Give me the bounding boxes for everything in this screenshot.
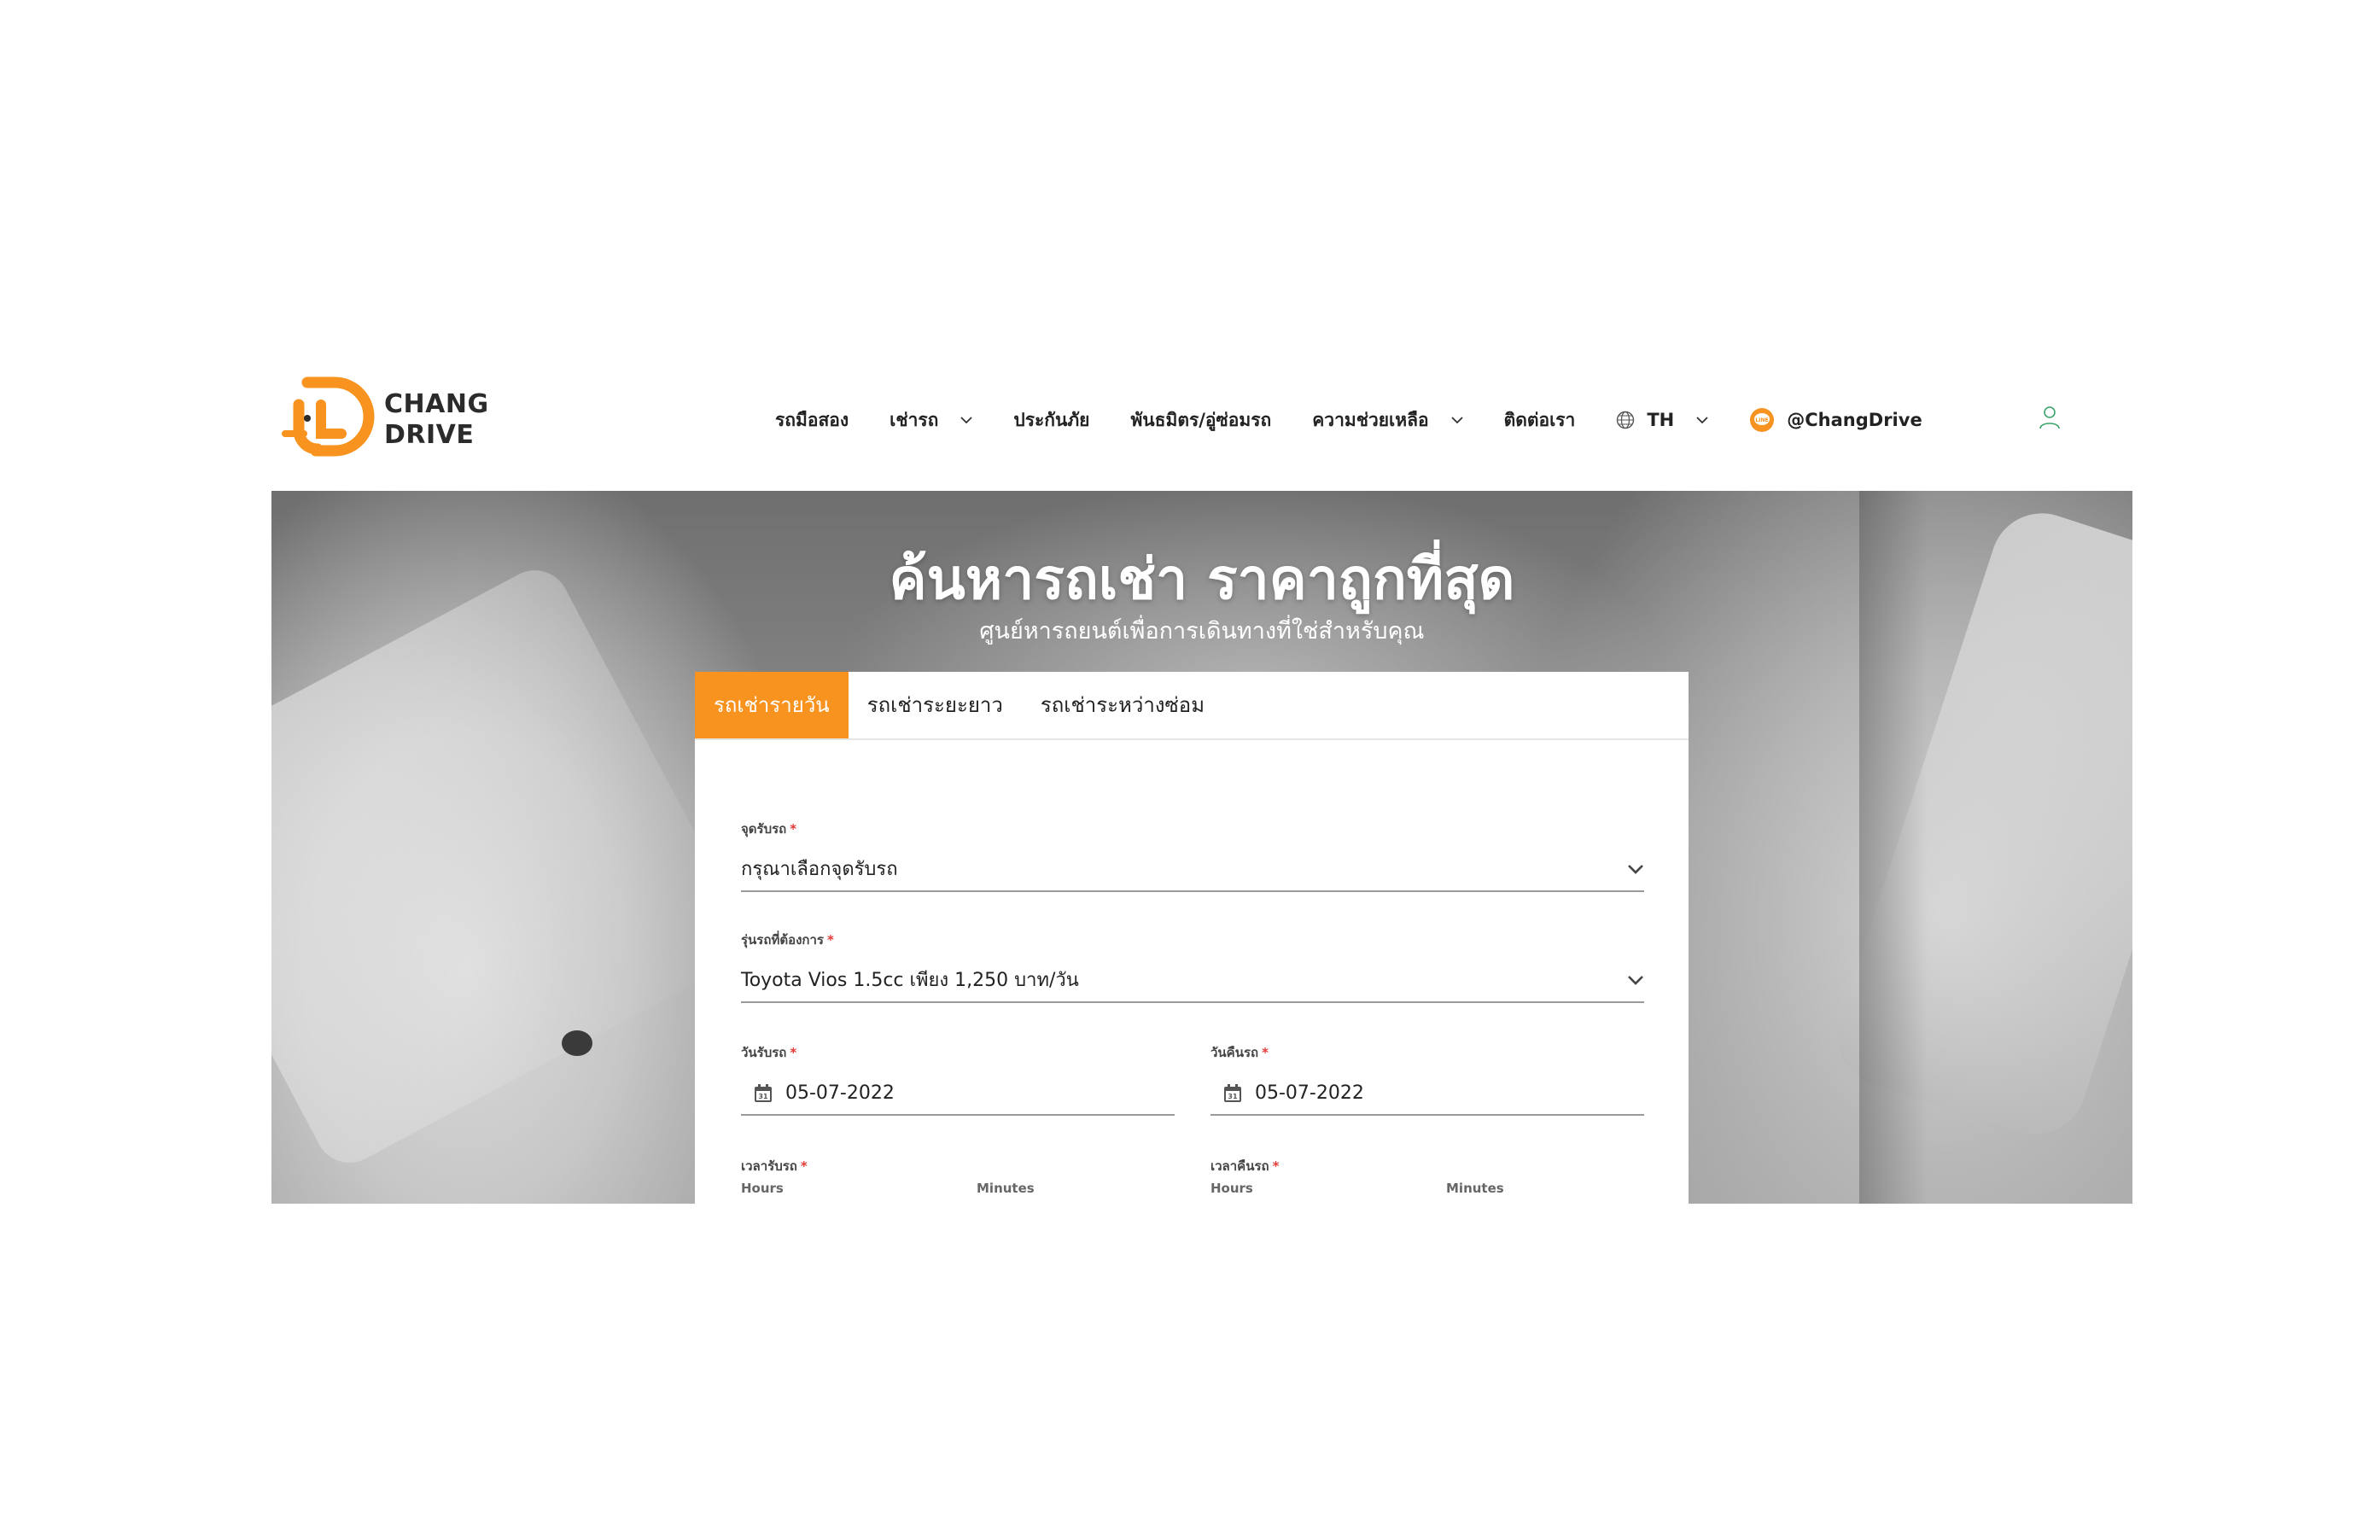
car-model-select[interactable]: Toyota Vios 1.5cc เพียง 1,250 บาท/วัน [741,964,1644,1003]
tab-daily-rental[interactable]: รถเช่ารายวัน [695,672,849,738]
pickup-hours-label: Hours [741,1181,784,1196]
pickup-minutes-label: Minutes [977,1181,1035,1196]
background-shirt-button [562,1030,592,1056]
language-label: TH [1647,410,1675,430]
select-value: Toyota Vios 1.5cc เพียง 1,250 บาท/วัน [741,970,1079,991]
return-date-input[interactable]: 31 05-07-2022 [1210,1076,1644,1116]
return-time-label: เวลาคืนรถ * [1210,1156,1644,1176]
chevron-down-icon [1450,417,1463,424]
chevron-down-icon [1628,976,1643,985]
car-model-label: รุ่นรถที่ต้องการ * [741,930,1644,950]
brand-line-1: CHANG [384,389,489,419]
date-value: 05-07-2022 [785,1082,895,1104]
field-label-text: จุดรับรถ [741,821,787,837]
required-mark: * [1262,1045,1269,1060]
pickup-location-select[interactable]: กรุณาเลือกจุดรับรถ [741,853,1644,892]
required-mark: * [790,1045,797,1060]
hero-subtitle: ศูนย์หารถยนต์เพื่อการเดินทางที่ใช่สำหรับ… [979,618,1425,645]
svg-text:31: 31 [758,1093,768,1100]
brand-line-2: DRIVE [384,420,475,450]
car-search-form: รถเช่ารายวัน รถเช่าระยะยาว รถเช่าระหว่าง… [695,672,1689,1204]
return-time-field: เวลาคืนรถ * Hours Minutes [1210,1156,1644,1204]
pickup-time-label: เวลารับรถ * [741,1156,1175,1176]
pickup-location-label: จุดรับรถ * [741,819,1644,839]
select-value: กรุณาเลือกจุดรับรถ [741,859,898,880]
hero-banner: ค้นหารถเช่า ราคาถูกที่สุด ศูนย์หารถยนต์เ… [271,491,2132,1204]
return-date-label: วันคืนรถ * [1210,1042,1644,1063]
pickup-time-field: เวลารับรถ * Hours Minutes [741,1156,1175,1204]
nav-item-used-cars[interactable]: รถมือสอง [775,406,849,435]
background-shirt-fold [271,557,758,1175]
field-label-text: วันรับรถ [741,1045,787,1060]
field-label-text: รุ่นรถที่ต้องการ [741,932,824,948]
nav-item-label: พันธมิตร/อู่ซ่อมรถ [1130,409,1272,430]
nav-item-label: ความช่วยเหลือ [1312,409,1429,430]
field-label-text: วันคืนรถ [1210,1045,1259,1060]
pickup-date-field: วันรับรถ * 31 05-07-2022 [741,1042,1175,1116]
nav-item-label: ประกันภัย [1013,409,1090,430]
date-value: 05-07-2022 [1255,1082,1364,1104]
field-label-text: เวลาคืนรถ [1210,1158,1269,1174]
hero-title: ค้นหารถเช่า ราคาถูกที่สุด [889,546,1515,612]
svg-text:LINE: LINE [1756,417,1769,423]
calendar-icon: 31 [1224,1084,1241,1102]
pickup-location-field: จุดรับรถ * กรุณาเลือกจุดรับรถ [741,819,1644,892]
chevron-down-icon [1696,417,1708,424]
chevron-down-icon [960,417,972,424]
chang-drive-logo-mark [282,376,375,457]
tab-repair-rental[interactable]: รถเช่าระหว่างซ่อม [1022,672,1223,738]
required-mark: * [1272,1158,1280,1174]
nav-item-contact[interactable]: ติดต่อเรา [1504,406,1576,435]
calendar-icon: 31 [755,1084,772,1102]
tab-long-term-rental[interactable]: รถเช่าระยะยาว [849,672,1022,738]
user-icon[interactable] [2039,405,2061,430]
return-hours-label: Hours [1210,1181,1253,1196]
required-mark: * [826,932,834,948]
main-nav: รถมือสอง เช่ารถ ประกันภัย พันธมิตร/อู่ซ่… [775,403,1963,437]
svg-text:31: 31 [1228,1093,1238,1100]
brand-wordmark: CHANG DRIVE [384,389,489,451]
car-model-field: รุ่นรถที่ต้องการ * Toyota Vios 1.5cc เพีย… [741,930,1644,1003]
nav-item-label: รถมือสอง [775,409,849,430]
chevron-down-icon [1628,865,1643,874]
line-icon: LINE [1750,408,1775,432]
nav-item-label: เช่ารถ [890,409,939,430]
required-mark: * [800,1158,808,1174]
line-account-label: @ChangDrive [1787,410,1922,430]
nav-item-partners[interactable]: พันธมิตร/อู่ซ่อมรถ [1130,406,1271,435]
site-header: CHANG DRIVE รถมือสอง เช่ารถ ประกันภัย พั… [271,359,2132,487]
nav-item-help[interactable]: ความช่วยเหลือ [1312,406,1463,435]
line-account-link[interactable]: LINE @ChangDrive [1749,407,1922,433]
nav-item-insurance[interactable]: ประกันภัย [1013,406,1089,435]
nav-item-label: ติดต่อเรา [1503,409,1576,430]
return-minutes-label: Minutes [1446,1181,1504,1196]
return-date-field: วันคืนรถ * 31 05-07-2022 [1210,1042,1644,1116]
nav-item-rent-car[interactable]: เช่ารถ [890,406,972,435]
pickup-date-label: วันรับรถ * [741,1042,1175,1063]
brand-logo[interactable]: CHANG DRIVE [282,370,495,466]
language-selector[interactable]: TH [1616,410,1708,430]
globe-icon [1617,411,1635,429]
field-label-text: เวลารับรถ [741,1158,797,1174]
required-mark: * [790,821,797,837]
pickup-date-input[interactable]: 31 05-07-2022 [741,1076,1175,1116]
rental-type-tabs: รถเช่ารายวัน รถเช่าระยะยาว รถเช่าระหว่าง… [695,672,1689,740]
